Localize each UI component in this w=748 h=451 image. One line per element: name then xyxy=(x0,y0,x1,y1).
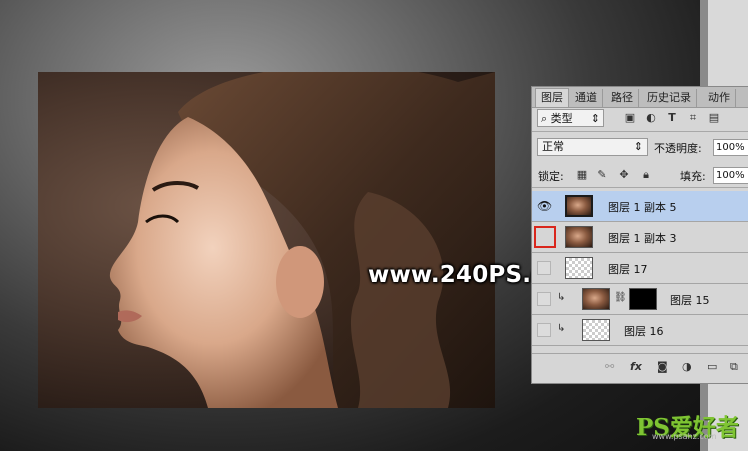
adjustment-filter-icon[interactable]: ◐ xyxy=(645,112,657,124)
lock-all-icon[interactable]: 🔒︎ xyxy=(640,169,652,181)
clipping-arrow-icon: ↳ xyxy=(557,323,566,334)
layer-thumbnail xyxy=(582,288,610,310)
layer-thumbnail xyxy=(565,257,593,279)
type-filter-icon[interactable]: T xyxy=(666,112,678,124)
layer-thumbnail xyxy=(582,319,610,341)
chevron-updown-icon: ⇕ xyxy=(590,112,600,125)
search-icon: ⌕ xyxy=(541,112,548,125)
layer-row[interactable]: ↳ ⛓︎ 图层 15 xyxy=(532,284,748,315)
layer-mask-thumbnail[interactable] xyxy=(629,288,657,310)
fill-label: 填充: xyxy=(680,170,706,183)
visibility-toggle[interactable] xyxy=(537,261,551,275)
visibility-toggle[interactable] xyxy=(537,323,551,337)
tab-history[interactable]: 历史记录 xyxy=(642,89,697,107)
divider xyxy=(532,131,748,132)
panel-footer: ⚯ fx ◙ ◑ ▭ ⧉ xyxy=(532,353,748,378)
layer-thumbnail xyxy=(565,226,593,248)
layer-thumbnail xyxy=(565,195,593,217)
layers-panel: 图层 通道 路径 历史记录 动作 ⌕ 类型 ⇕ ▣ ◐ T ⌗ ▤ 正常 ⇕ 不… xyxy=(531,86,748,384)
chevron-updown-icon: ⇕ xyxy=(633,140,643,153)
filter-kind-value: 类型 xyxy=(550,112,573,125)
tab-layers[interactable]: 图层 xyxy=(535,88,569,107)
layer-row[interactable]: 图层 1 副本 3 xyxy=(532,222,748,253)
visibility-toggle[interactable] xyxy=(537,292,551,306)
layer-filter-select[interactable]: ⌕ 类型 ⇕ xyxy=(537,109,604,127)
site-logo: PS爱好者 www.psahz.com xyxy=(636,408,739,442)
mask-icon[interactable]: ◙ xyxy=(657,360,668,373)
adjustment-icon[interactable]: ◑ xyxy=(682,360,692,373)
panel-tabs: 图层 通道 路径 历史记录 动作 xyxy=(532,87,748,108)
layer-name[interactable]: 图层 17 xyxy=(608,261,648,277)
tab-paths[interactable]: 路径 xyxy=(606,89,639,107)
logo-url: www.psahz.com xyxy=(652,432,717,441)
layer-row[interactable]: 图层 17 xyxy=(532,253,748,284)
layer-name[interactable]: 图层 16 xyxy=(624,323,664,339)
visibility-toggle-highlighted[interactable] xyxy=(534,226,556,248)
lock-label: 锁定: xyxy=(538,170,564,183)
opacity-label: 不透明度: xyxy=(654,142,702,155)
layer-name[interactable]: 图层 1 副本 3 xyxy=(608,230,677,246)
fx-icon[interactable]: fx xyxy=(630,360,642,373)
lock-move-icon[interactable]: ✥ xyxy=(618,169,630,181)
link-icon[interactable]: ⛓︎ xyxy=(614,292,627,303)
layer-name[interactable]: 图层 1 副本 5 xyxy=(608,199,677,215)
smart-object-filter-icon[interactable]: ▤ xyxy=(708,112,720,124)
tab-channels[interactable]: 通道 xyxy=(570,89,603,107)
blend-mode-value: 正常 xyxy=(542,140,564,153)
tab-actions[interactable]: 动作 xyxy=(703,89,736,107)
lock-paint-icon[interactable]: ✎ xyxy=(596,169,608,181)
visibility-toggle[interactable]: 👁︎ xyxy=(537,199,553,213)
image-filter-icon[interactable]: ▣ xyxy=(624,112,636,124)
eye-icon: 👁︎ xyxy=(537,199,553,213)
link-icon[interactable]: ⚯ xyxy=(605,360,614,373)
layer-row[interactable]: 👁︎ 图层 1 副本 5 xyxy=(532,191,748,222)
folder-icon[interactable]: ▭ xyxy=(707,360,717,373)
portrait-illustration xyxy=(109,72,495,408)
portrait-photo xyxy=(38,72,495,408)
layer-row[interactable]: ↳ 图层 16 xyxy=(532,315,748,346)
opacity-input[interactable]: 100% xyxy=(713,139,748,156)
blend-mode-select[interactable]: 正常 ⇕ xyxy=(537,138,648,156)
clipping-arrow-icon: ↳ xyxy=(557,292,566,303)
shape-filter-icon[interactable]: ⌗ xyxy=(687,112,699,124)
divider xyxy=(532,187,748,188)
lock-transparent-icon[interactable]: ▦ xyxy=(576,169,588,181)
new-layer-icon[interactable]: ⧉ xyxy=(730,360,738,374)
layer-name[interactable]: 图层 15 xyxy=(670,292,710,308)
fill-input[interactable]: 100% xyxy=(713,167,748,184)
